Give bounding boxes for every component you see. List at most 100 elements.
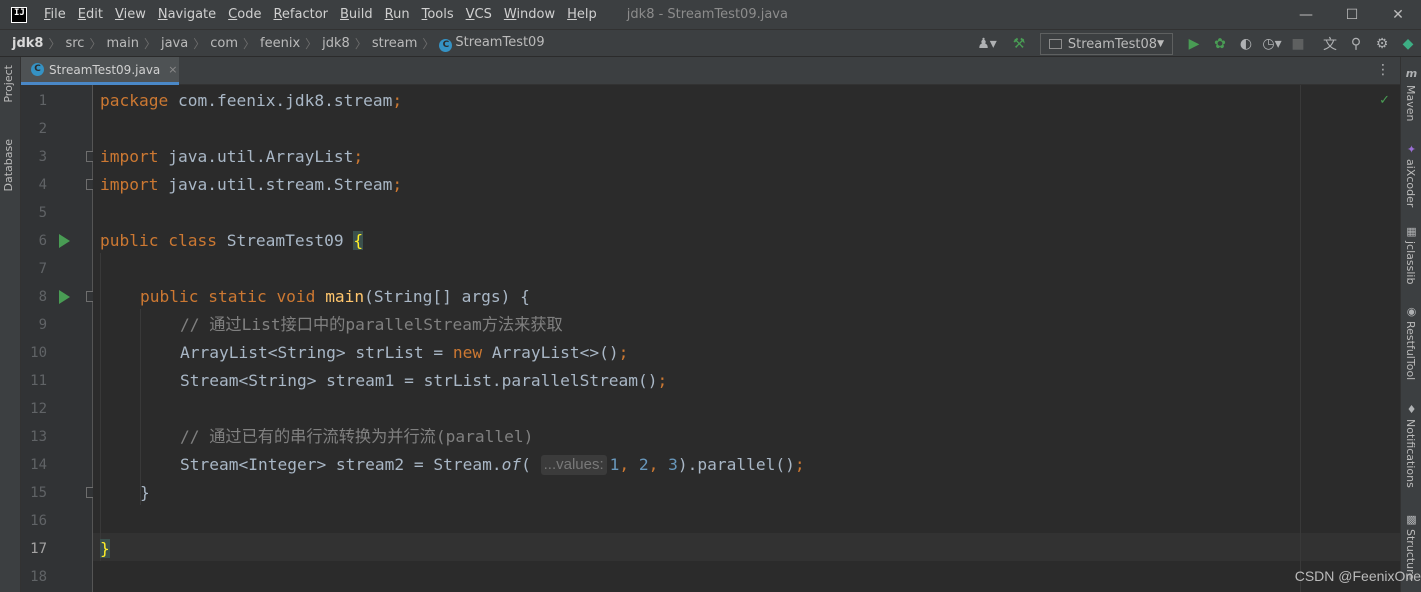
breadcrumb-separator-icon: 〉: [48, 36, 61, 51]
window-title: jdk8 - StreamTest09.java: [626, 7, 788, 22]
line-number: 3: [38, 149, 47, 165]
code-text: ).parallel(): [677, 455, 795, 474]
code-text: (String[] args) {: [364, 287, 530, 306]
breadcrumb-item[interactable]: jdk8: [8, 36, 47, 51]
run-configuration-selector[interactable]: StreamTest08 ▼: [1040, 33, 1173, 55]
code-text: java.util.ArrayList: [158, 147, 354, 166]
run-config-icon: [1049, 39, 1062, 49]
breadcrumb-separator-icon: 〉: [243, 36, 256, 51]
menu-help[interactable]: Help: [561, 0, 603, 29]
menu-window[interactable]: Window: [498, 0, 561, 29]
breadcrumb-item[interactable]: jdk8: [318, 36, 354, 51]
current-line-highlight: [93, 533, 1400, 561]
breadcrumb-separator-icon: 〉: [193, 36, 206, 51]
code-editor[interactable]: ✓ package com.feenix.jdk8.stream; import…: [93, 85, 1400, 592]
minimize-button[interactable]: —: [1283, 0, 1329, 29]
menu-file[interactable]: File: [38, 0, 72, 29]
profile-icon[interactable]: ◷▾: [1259, 31, 1285, 57]
breadcrumb-label: main: [106, 35, 139, 51]
breadcrumb-label: jdk8: [322, 35, 350, 51]
menu-build[interactable]: Build: [334, 0, 379, 29]
breadcrumb-label: jdk8: [12, 35, 44, 51]
semicolon: ;: [794, 455, 805, 474]
mnemonic: V: [114, 7, 124, 22]
breadcrumb-separator-icon: 〉: [422, 36, 435, 51]
notifications-tool-tab[interactable]: Notifications: [1404, 419, 1417, 488]
database-tool-tab[interactable]: Database: [2, 139, 15, 192]
close-button[interactable]: ✕: [1375, 0, 1421, 29]
menu-refactor[interactable]: Refactor: [267, 0, 334, 29]
line-number: 10: [30, 345, 47, 361]
project-tool-tab[interactable]: Project: [2, 65, 15, 103]
jclasslib-tool-tab[interactable]: jclasslib: [1404, 241, 1417, 284]
breadcrumb-item[interactable]: stream: [368, 36, 422, 51]
menu-label: iew: [123, 7, 146, 22]
breadcrumb-item[interactable]: C StreamTest09: [435, 35, 548, 52]
java-class-icon: C: [439, 38, 453, 52]
line-number: 11: [30, 373, 47, 389]
stop-icon[interactable]: ■: [1285, 31, 1311, 57]
breadcrumb-label: src: [65, 35, 85, 51]
search-icon[interactable]: ⚲: [1343, 31, 1369, 57]
menu-vcs[interactable]: VCS: [460, 0, 498, 29]
coverage-icon[interactable]: ◐: [1233, 31, 1259, 57]
user-icon[interactable]: ♟▾: [974, 31, 1000, 57]
code-text: Stream<Integer> stream2 = Stream.: [180, 455, 502, 474]
code-line-14: Stream<Integer> stream2 = Stream.of( ...…: [180, 451, 805, 479]
breadcrumb-item[interactable]: main: [102, 36, 142, 51]
run-icon[interactable]: ▶: [1181, 31, 1207, 57]
tab-options-icon[interactable]: ⋮: [1376, 62, 1390, 78]
mnemonic: B: [340, 7, 349, 22]
code-text: ArrayList<>(): [482, 343, 619, 362]
breadcrumb-item[interactable]: com: [206, 36, 242, 51]
number-literal: 2: [638, 455, 649, 474]
line-number: 17: [30, 541, 47, 557]
inspection-ok-icon[interactable]: ✓: [1379, 93, 1390, 108]
code-line-3: import java.util.ArrayList;: [100, 143, 363, 171]
editor-tab-streamtest09[interactable]: C StreamTest09.java ×: [21, 57, 179, 85]
maximize-button[interactable]: ☐: [1329, 0, 1375, 29]
line-number: 8: [38, 289, 47, 305]
breadcrumb-label: StreamTest09: [455, 34, 545, 50]
right-margin-guide: [1300, 85, 1301, 592]
semicolon: ;: [657, 371, 668, 390]
translate-icon[interactable]: 文: [1317, 31, 1343, 57]
breadcrumb-item[interactable]: src: [61, 36, 88, 51]
line-number: 7: [38, 261, 47, 277]
breadcrumb-item[interactable]: java: [157, 36, 192, 51]
toolbox-icon[interactable]: ◆: [1395, 31, 1421, 57]
restfultool-tool-tab[interactable]: RestfulTool: [1404, 321, 1417, 380]
breadcrumb-label: java: [160, 35, 189, 51]
menu-navigate[interactable]: Navigate: [152, 0, 222, 29]
run-gutter-icon[interactable]: [59, 290, 70, 304]
menu-tools[interactable]: Tools: [416, 0, 460, 29]
menu-view[interactable]: View: [109, 0, 152, 29]
menu-edit[interactable]: Edit: [72, 0, 109, 29]
breadcrumb-item[interactable]: feenix: [256, 36, 304, 51]
debug-icon[interactable]: ✿: [1207, 31, 1233, 57]
line-number: 6: [38, 233, 47, 249]
menu-run[interactable]: Run: [379, 0, 416, 29]
menu-label: indow: [516, 7, 556, 22]
code-line-15: }: [140, 483, 150, 502]
maven-tool-tab[interactable]: Maven: [1404, 85, 1417, 121]
aixcoder-icon: ✦: [1406, 143, 1417, 156]
line-number: 4: [38, 177, 47, 193]
breadcrumb: jdk8 〉 src 〉 main 〉 java 〉 com 〉 feenix 〉 jdk8 〉 strea…: [8, 35, 549, 52]
tab-close-icon[interactable]: ×: [168, 63, 177, 76]
menu-label: ools: [427, 7, 454, 22]
aixcoder-tool-tab[interactable]: aiXcoder: [1404, 159, 1417, 207]
mnemonic: H: [567, 7, 577, 22]
code-line-9: // 通过List接口中的parallelStream方法来获取: [180, 315, 563, 334]
intellij-logo-icon: IJ: [11, 6, 27, 23]
code-line-6: public class StreamTest09 {: [100, 227, 364, 255]
settings-icon[interactable]: ⚙: [1369, 31, 1395, 57]
menu-code[interactable]: Code: [222, 0, 267, 29]
breadcrumb-label: feenix: [260, 35, 301, 51]
keyword: new: [452, 343, 483, 362]
code-line-10: ArrayList<String> strList = new ArrayLis…: [180, 339, 628, 367]
run-gutter-icon[interactable]: [59, 234, 70, 248]
build-hammer-icon[interactable]: ⚒: [1006, 31, 1032, 57]
main-toolbar: ♟▾ ⚒ StreamTest08 ▼ ▶ ✿ ◐ ◷▾ ■ 文 ⚲ ⚙ ◆: [974, 30, 1421, 58]
menu-label: elp: [576, 7, 597, 22]
